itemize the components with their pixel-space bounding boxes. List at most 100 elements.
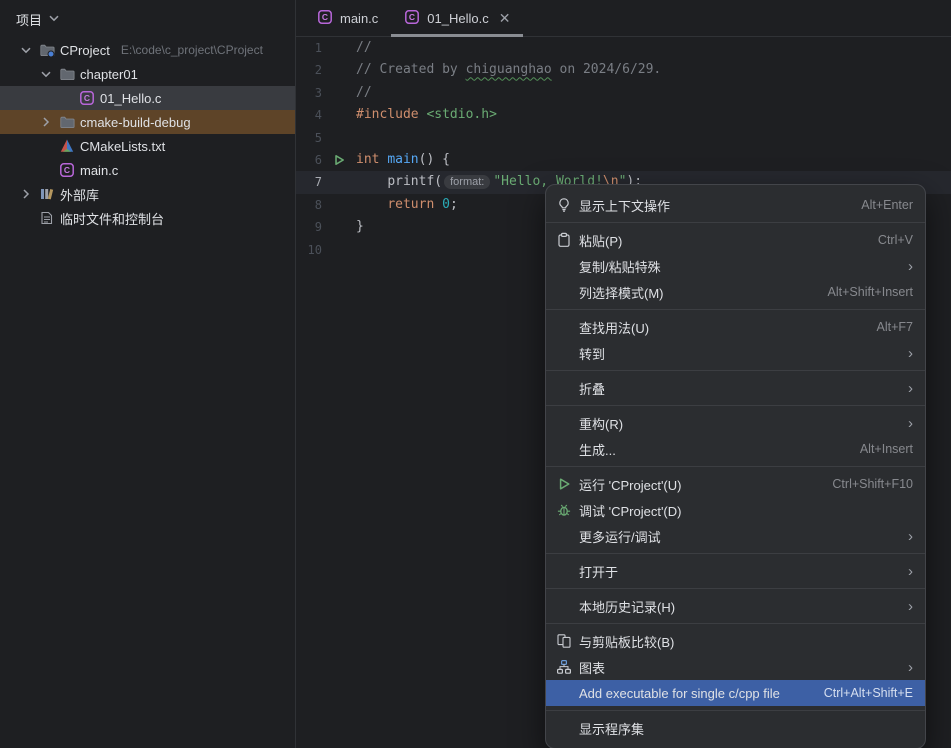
menu-item-go-to[interactable]: 转到› <box>546 340 925 366</box>
tree-item-cmakelists-txt[interactable]: CMakeLists.txt <box>0 134 295 158</box>
menu-icon-spacer <box>556 415 572 431</box>
code-token: ; <box>450 197 458 212</box>
menu-item-show-context-actions[interactable]: 显示上下文操作Alt+Enter <box>546 192 925 218</box>
gutter-spacer <box>322 127 356 149</box>
gutter-spacer <box>322 171 356 193</box>
line-number[interactable]: 4 <box>296 104 322 126</box>
line-number[interactable]: 5 <box>296 127 322 149</box>
scratch-icon <box>39 210 55 226</box>
tab-main-c[interactable]: Cmain.c <box>304 0 391 36</box>
menu-item-label: 更多运行/调试 <box>579 527 901 546</box>
code-token: int <box>356 152 387 167</box>
ide-window: 项目 CProjectE:\code\c_project\CProjectcha… <box>0 0 951 748</box>
chevron-down-icon[interactable] <box>38 66 54 82</box>
tab-label: 01_Hello.c <box>427 11 488 26</box>
code-line-3[interactable]: 3 // <box>296 82 951 104</box>
menu-item-shortcut: Alt+Enter <box>861 198 913 212</box>
code-token: () { <box>419 152 450 167</box>
tree-item-cmake-build-debug[interactable]: cmake-build-debug <box>0 110 295 134</box>
code-token: main <box>387 152 418 167</box>
code-line-2[interactable]: 2 // Created by chiguanghao on 2024/6/29. <box>296 59 951 81</box>
gutter-spacer <box>322 59 356 81</box>
menu-item-shortcut: Ctrl+Shift+F10 <box>832 477 913 491</box>
menu-separator <box>546 623 925 624</box>
menu-item-label: 本地历史记录(H) <box>579 597 901 616</box>
menu-item-generate[interactable]: 生成...Alt+Insert <box>546 436 925 462</box>
menu-item-find-usages[interactable]: 查找用法(U)Alt+F7 <box>546 314 925 340</box>
menu-item-label: 列选择模式(M) <box>579 283 821 302</box>
menu-item-compare-with-clipboard[interactable]: 与剪贴板比较(B) <box>546 628 925 654</box>
submenu-arrow-icon: › <box>908 660 913 675</box>
menu-item-label: 图表 <box>579 658 901 677</box>
tree-indent-spacer <box>18 210 34 226</box>
run-icon <box>556 476 572 492</box>
parameter-hint: format: <box>444 175 490 189</box>
run-gutter-icon[interactable] <box>322 149 356 171</box>
code-text: // Created by chiguanghao on 2024/6/29. <box>356 59 661 81</box>
code-line-5[interactable]: 5 <box>296 127 951 149</box>
c-file-icon: C <box>317 9 333 28</box>
close-icon[interactable]: ✕ <box>499 11 511 25</box>
code-text: // <box>356 82 372 104</box>
line-number[interactable]: 9 <box>296 216 322 238</box>
tab-label: main.c <box>340 11 378 26</box>
line-number[interactable]: 1 <box>296 37 322 59</box>
tree-item-external-libraries[interactable]: 外部库 <box>0 182 295 206</box>
tree-indent-spacer <box>38 138 54 154</box>
menu-item-folding[interactable]: 折叠› <box>546 375 925 401</box>
svg-text:C: C <box>64 165 70 175</box>
code-line-1[interactable]: 1 // <box>296 37 951 59</box>
menu-separator <box>546 466 925 467</box>
lightbulb-icon <box>556 197 572 213</box>
menu-item-label: Add executable for single c/cpp file <box>579 686 817 701</box>
chevron-right-icon[interactable] <box>38 114 54 130</box>
tree-item-01-hello-c[interactable]: C01_Hello.c <box>0 86 295 110</box>
menu-item-label: 粘贴(P) <box>579 231 871 250</box>
code-text: } <box>356 216 364 238</box>
c-file-icon: C <box>79 90 95 106</box>
library-icon <box>39 186 55 202</box>
line-number[interactable]: 8 <box>296 194 322 216</box>
menu-item-copy-paste-special[interactable]: 复制/粘贴特殊› <box>546 253 925 279</box>
menu-item-label: 生成... <box>579 440 853 459</box>
code-line-6[interactable]: 6 int main() { <box>296 149 951 171</box>
line-number[interactable]: 3 <box>296 82 322 104</box>
submenu-arrow-icon: › <box>908 564 913 579</box>
project-tool-window-header: 项目 <box>0 0 295 38</box>
chevron-down-icon[interactable] <box>18 42 34 58</box>
code-token <box>356 197 387 212</box>
line-number[interactable]: 10 <box>296 239 322 261</box>
tree-item-scratches-and-consoles[interactable]: 临时文件和控制台 <box>0 206 295 230</box>
tree-item-chapter01[interactable]: chapter01 <box>0 62 295 86</box>
gutter-spacer <box>322 37 356 59</box>
menu-item-run-cproject[interactable]: 运行 'CProject'(U)Ctrl+Shift+F10 <box>546 471 925 497</box>
code-text: // <box>356 37 372 59</box>
chevron-down-icon[interactable] <box>46 10 62 29</box>
menu-item-refactor[interactable]: 重构(R)› <box>546 410 925 436</box>
tab-01-hello-c[interactable]: C01_Hello.c✕ <box>391 0 523 36</box>
menu-item-paste[interactable]: 粘贴(P) Ctrl+V <box>546 227 925 253</box>
code-token: // Created by <box>356 62 466 77</box>
line-number[interactable]: 7 <box>296 171 322 193</box>
menu-icon-spacer <box>556 563 572 579</box>
c-file-icon: C <box>59 162 75 178</box>
menu-item-diagrams[interactable]: 图表 › <box>546 654 925 680</box>
line-number[interactable]: 2 <box>296 59 322 81</box>
menu-item-debug-cproject[interactable]: 调试 'CProject'(D) <box>546 497 925 523</box>
menu-item-show-assembly[interactable]: 显示程序集 <box>546 715 925 741</box>
code-token: #include <box>356 107 426 122</box>
code-line-4[interactable]: 4#include <stdio.h> <box>296 104 951 126</box>
line-number[interactable]: 6 <box>296 149 322 171</box>
menu-item-column-selection-mode[interactable]: 列选择模式(M)Alt+Shift+Insert <box>546 279 925 305</box>
menu-item-add-executable-single-file[interactable]: Add executable for single c/cpp fileCtrl… <box>546 680 925 706</box>
menu-item-shortcut: Ctrl+V <box>878 233 913 247</box>
menu-item-label: 折叠 <box>579 379 901 398</box>
cmake-icon <box>59 138 75 154</box>
code-text: return 0; <box>356 194 458 216</box>
menu-item-local-history[interactable]: 本地历史记录(H)› <box>546 593 925 619</box>
menu-item-open-in[interactable]: 打开于› <box>546 558 925 584</box>
chevron-right-icon[interactable] <box>18 186 34 202</box>
menu-item-more-run-debug[interactable]: 更多运行/调试› <box>546 523 925 549</box>
tree-item-cproject-root[interactable]: CProjectE:\code\c_project\CProject <box>0 38 295 62</box>
tree-item-main-c[interactable]: Cmain.c <box>0 158 295 182</box>
